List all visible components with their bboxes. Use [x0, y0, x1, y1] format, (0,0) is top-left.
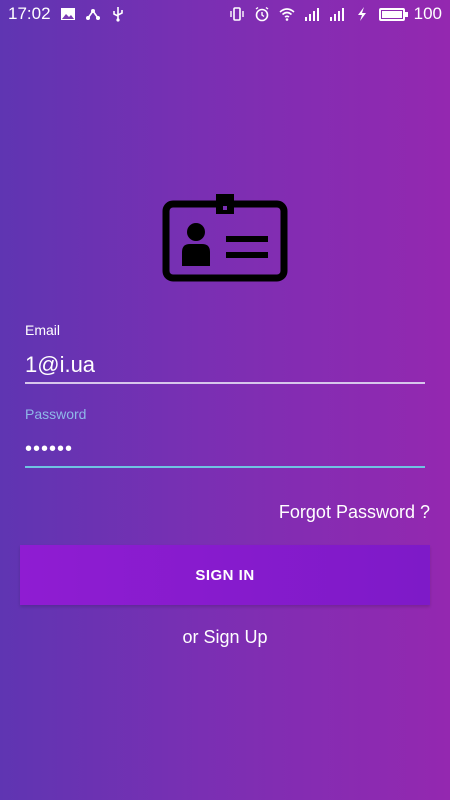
- signal-icon: [329, 6, 345, 22]
- sign-in-button[interactable]: SIGN IN: [20, 545, 430, 605]
- email-label: Email: [25, 322, 61, 338]
- password-field[interactable]: [25, 432, 425, 468]
- wifi-icon: [279, 6, 295, 22]
- status-time: 17:02: [8, 4, 51, 23]
- status-left: 17:02: [8, 4, 126, 24]
- sign-up-link[interactable]: or Sign Up: [0, 627, 450, 648]
- battery-level: 100: [413, 4, 442, 23]
- id-card-icon: [160, 192, 290, 284]
- usb-share-icon: [85, 6, 101, 22]
- status-right: 100: [229, 4, 442, 24]
- forgot-password-link[interactable]: Forgot Password ?: [279, 502, 430, 523]
- alarm-icon: [254, 6, 270, 22]
- charging-icon: [354, 6, 370, 22]
- usb-icon: [110, 6, 126, 22]
- vibrate-icon: [229, 6, 245, 22]
- signal-icon: [304, 6, 320, 22]
- status-bar: 17:02 100: [0, 0, 450, 28]
- password-label: Password: [25, 406, 87, 422]
- email-field[interactable]: [25, 348, 425, 384]
- battery-icon: [378, 7, 408, 21]
- image-icon: [60, 6, 76, 22]
